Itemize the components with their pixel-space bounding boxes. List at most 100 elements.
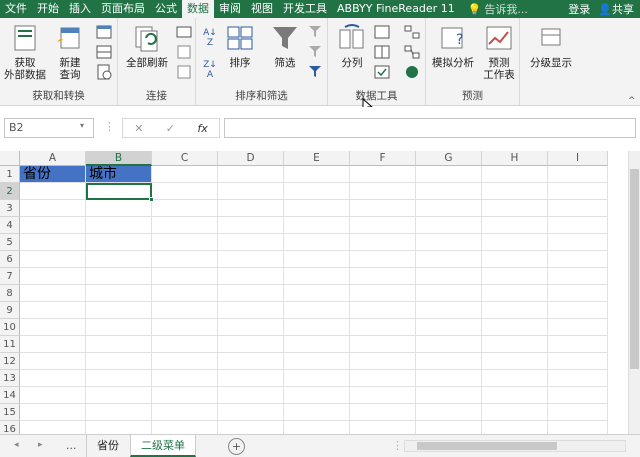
row-header-3[interactable]: 3 (0, 200, 20, 217)
tab-9[interactable]: ABBYY FineReader 11 (332, 0, 460, 18)
cell-I15[interactable] (548, 404, 608, 421)
cell-G11[interactable] (416, 336, 482, 353)
cell-G1[interactable] (416, 166, 482, 183)
filter-button[interactable]: 筛选 (268, 24, 302, 69)
worksheet-grid[interactable]: A B C D E F G H I 1 省份 城市 2 3 4 5 6 7 8 9 10 11 12 13 14 15 16 (0, 151, 640, 434)
edit-links-icon[interactable] (176, 64, 192, 80)
name-box-dropdown-icon[interactable]: ▾ (80, 121, 84, 130)
cell-A1[interactable]: 省份 (20, 166, 86, 183)
row-header-11[interactable]: 11 (0, 336, 20, 353)
cell-H11[interactable] (482, 336, 548, 353)
cell-B15[interactable] (86, 404, 152, 421)
cell-E3[interactable] (284, 200, 350, 217)
col-header-I[interactable]: I (548, 151, 608, 166)
cell-C12[interactable] (152, 353, 218, 370)
cell-D4[interactable] (218, 217, 284, 234)
cell-A10[interactable] (20, 319, 86, 336)
cell-I16[interactable] (548, 421, 608, 434)
cell-D11[interactable] (218, 336, 284, 353)
cell-B3[interactable] (86, 200, 152, 217)
next-sheet-icon[interactable]: ▸ (38, 440, 43, 450)
cell-F16[interactable] (350, 421, 416, 434)
cell-G10[interactable] (416, 319, 482, 336)
cell-F7[interactable] (350, 268, 416, 285)
cell-C16[interactable] (152, 421, 218, 434)
cell-D15[interactable] (218, 404, 284, 421)
col-header-F[interactable]: F (350, 151, 416, 166)
horizontal-scroll-thumb[interactable] (417, 442, 557, 450)
row-header-6[interactable]: 6 (0, 251, 20, 268)
row-header-4[interactable]: 4 (0, 217, 20, 234)
relationships-icon[interactable] (404, 44, 420, 60)
enter-icon[interactable]: ✓ (166, 122, 175, 135)
row-header-8[interactable]: 8 (0, 285, 20, 302)
row-header-2[interactable]: 2 (0, 183, 20, 200)
cell-F9[interactable] (350, 302, 416, 319)
add-sheet-icon[interactable]: + (228, 438, 245, 455)
col-header-E[interactable]: E (284, 151, 350, 166)
cell-H8[interactable] (482, 285, 548, 302)
cell-E12[interactable] (284, 353, 350, 370)
cell-E10[interactable] (284, 319, 350, 336)
cell-I13[interactable] (548, 370, 608, 387)
cell-G3[interactable] (416, 200, 482, 217)
cell-D5[interactable] (218, 234, 284, 251)
row-header-1[interactable]: 1 (0, 166, 20, 183)
cell-H9[interactable] (482, 302, 548, 319)
signin-button[interactable]: 登录 (568, 1, 590, 17)
cell-D1[interactable] (218, 166, 284, 183)
cell-A5[interactable] (20, 234, 86, 251)
cell-B13[interactable] (86, 370, 152, 387)
cell-I7[interactable] (548, 268, 608, 285)
cell-F10[interactable] (350, 319, 416, 336)
cell-F4[interactable] (350, 217, 416, 234)
cell-E8[interactable] (284, 285, 350, 302)
cell-A13[interactable] (20, 370, 86, 387)
cell-C3[interactable] (152, 200, 218, 217)
cell-B12[interactable] (86, 353, 152, 370)
cell-A9[interactable] (20, 302, 86, 319)
cell-B11[interactable] (86, 336, 152, 353)
sort-button[interactable]: 排序 (224, 24, 256, 69)
cell-E16[interactable] (284, 421, 350, 434)
col-header-B[interactable]: B (86, 151, 152, 166)
consolidate-icon[interactable] (404, 24, 420, 40)
cell-I8[interactable] (548, 285, 608, 302)
cell-D7[interactable] (218, 268, 284, 285)
row-header-12[interactable]: 12 (0, 353, 20, 370)
cell-B6[interactable] (86, 251, 152, 268)
cell-F1[interactable] (350, 166, 416, 183)
recent-sources-icon[interactable] (96, 64, 112, 80)
cell-I2[interactable] (548, 183, 608, 200)
tab-2[interactable]: 插入 (64, 0, 96, 18)
cell-F3[interactable] (350, 200, 416, 217)
sheet-tab-secondary-menu[interactable]: 二级菜单 (130, 435, 196, 457)
cell-C1[interactable] (152, 166, 218, 183)
cell-C2[interactable] (152, 183, 218, 200)
get-external-data-button[interactable]: 获取 外部数据 (2, 24, 48, 81)
cell-F15[interactable] (350, 404, 416, 421)
outline-button[interactable]: 分级显示 (524, 24, 578, 69)
properties-icon[interactable] (176, 44, 192, 60)
cell-B1[interactable]: 城市 (86, 166, 152, 183)
cell-B4[interactable] (86, 217, 152, 234)
row-header-13[interactable]: 13 (0, 370, 20, 387)
cancel-icon[interactable]: ✕ (134, 122, 143, 135)
scroll-divider-icon[interactable]: ⋮ (392, 439, 403, 452)
cell-F6[interactable] (350, 251, 416, 268)
cell-G7[interactable] (416, 268, 482, 285)
cell-B7[interactable] (86, 268, 152, 285)
cell-D16[interactable] (218, 421, 284, 434)
select-all-corner[interactable] (0, 151, 20, 166)
cell-F13[interactable] (350, 370, 416, 387)
cell-F12[interactable] (350, 353, 416, 370)
flash-fill-icon[interactable] (374, 24, 390, 40)
collapse-ribbon-icon[interactable]: ^ (628, 96, 636, 106)
cell-G15[interactable] (416, 404, 482, 421)
clear-filter-icon[interactable] (308, 24, 324, 40)
cell-C9[interactable] (152, 302, 218, 319)
cell-A3[interactable] (20, 200, 86, 217)
cell-E15[interactable] (284, 404, 350, 421)
horizontal-scrollbar[interactable] (404, 440, 626, 452)
tab-1[interactable]: 开始 (32, 0, 64, 18)
